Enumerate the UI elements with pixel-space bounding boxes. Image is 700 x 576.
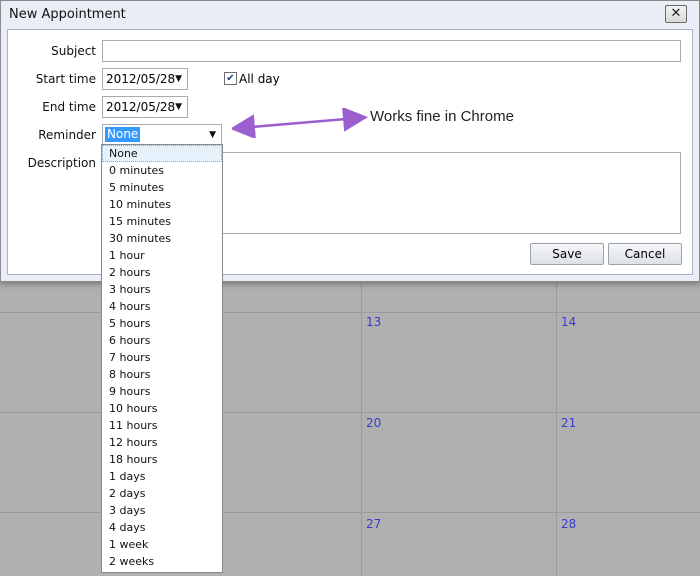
- start-time-label: Start time: [35, 72, 96, 86]
- dropdown-option[interactable]: 5 minutes: [102, 179, 222, 196]
- cancel-button[interactable]: Cancel: [608, 243, 682, 265]
- dialog-titlebar[interactable]: New Appointment ✕: [1, 1, 699, 27]
- dropdown-option[interactable]: 7 hours: [102, 349, 222, 366]
- all-day-checkbox[interactable]: ✔: [224, 72, 237, 85]
- dropdown-option[interactable]: 5 hours: [102, 315, 222, 332]
- calendar-day-14[interactable]: 14: [561, 315, 576, 329]
- end-time-label: End time: [42, 100, 96, 114]
- description-label: Description: [27, 156, 96, 170]
- reminder-dropdown-list[interactable]: None 0 minutes 5 minutes 10 minutes 15 minut…: [101, 144, 223, 573]
- dropdown-option[interactable]: 1 hour: [102, 247, 222, 264]
- dropdown-option[interactable]: 15 minutes: [102, 213, 222, 230]
- dropdown-option[interactable]: 2 hours: [102, 264, 222, 281]
- end-time-select[interactable]: 2012/05/28 ▼: [102, 96, 188, 118]
- start-time-select[interactable]: 2012/05/28 ▼: [102, 68, 188, 90]
- dropdown-option[interactable]: 3 hours: [102, 281, 222, 298]
- end-time-value: 2012/05/28: [106, 100, 176, 114]
- dropdown-option[interactable]: 11 hours: [102, 417, 222, 434]
- calendar-day-28[interactable]: 28: [561, 517, 576, 531]
- dialog-title: New Appointment: [9, 7, 126, 22]
- dropdown-option[interactable]: 1 week: [102, 536, 222, 553]
- dropdown-option[interactable]: 4 days: [102, 519, 222, 536]
- dropdown-option[interactable]: 6 hours: [102, 332, 222, 349]
- save-button[interactable]: Save: [530, 243, 604, 265]
- calendar-day-21[interactable]: 21: [561, 416, 576, 430]
- reminder-value: None: [105, 127, 141, 142]
- dropdown-option[interactable]: 9 hours: [102, 383, 222, 400]
- dropdown-option[interactable]: 12 hours: [102, 434, 222, 451]
- subject-label: Subject: [51, 44, 96, 58]
- chevron-down-icon: ▼: [175, 102, 182, 112]
- dropdown-option[interactable]: 10 minutes: [102, 196, 222, 213]
- calendar-day-13[interactable]: 13: [366, 315, 381, 329]
- dropdown-option[interactable]: 30 minutes: [102, 230, 222, 247]
- dropdown-option[interactable]: 4 hours: [102, 298, 222, 315]
- close-icon: ✕: [670, 6, 682, 21]
- dropdown-option[interactable]: 3 days: [102, 502, 222, 519]
- calendar-day-20[interactable]: 20: [366, 416, 381, 430]
- annotation-arrow: [232, 108, 368, 138]
- close-button[interactable]: ✕: [665, 5, 687, 23]
- dropdown-option[interactable]: 8 hours: [102, 366, 222, 383]
- dropdown-option[interactable]: 2 weeks: [102, 553, 222, 570]
- subject-input[interactable]: [102, 40, 681, 62]
- all-day-label: All day: [239, 72, 280, 86]
- dropdown-option[interactable]: 1 days: [102, 468, 222, 485]
- calendar-day-27[interactable]: 27: [366, 517, 381, 531]
- annotation-text: Works fine in Chrome: [370, 108, 514, 125]
- dropdown-option[interactable]: 18 hours: [102, 451, 222, 468]
- dropdown-option[interactable]: 0 minutes: [102, 162, 222, 179]
- dropdown-option[interactable]: 2 days: [102, 485, 222, 502]
- chevron-down-icon: ▼: [175, 74, 182, 84]
- reminder-select[interactable]: None ▼: [102, 124, 222, 146]
- reminder-label: Reminder: [38, 128, 96, 142]
- start-time-value: 2012/05/28: [106, 72, 176, 86]
- chevron-down-icon: ▼: [209, 130, 216, 140]
- dropdown-option[interactable]: None: [102, 145, 222, 162]
- dropdown-option[interactable]: 10 hours: [102, 400, 222, 417]
